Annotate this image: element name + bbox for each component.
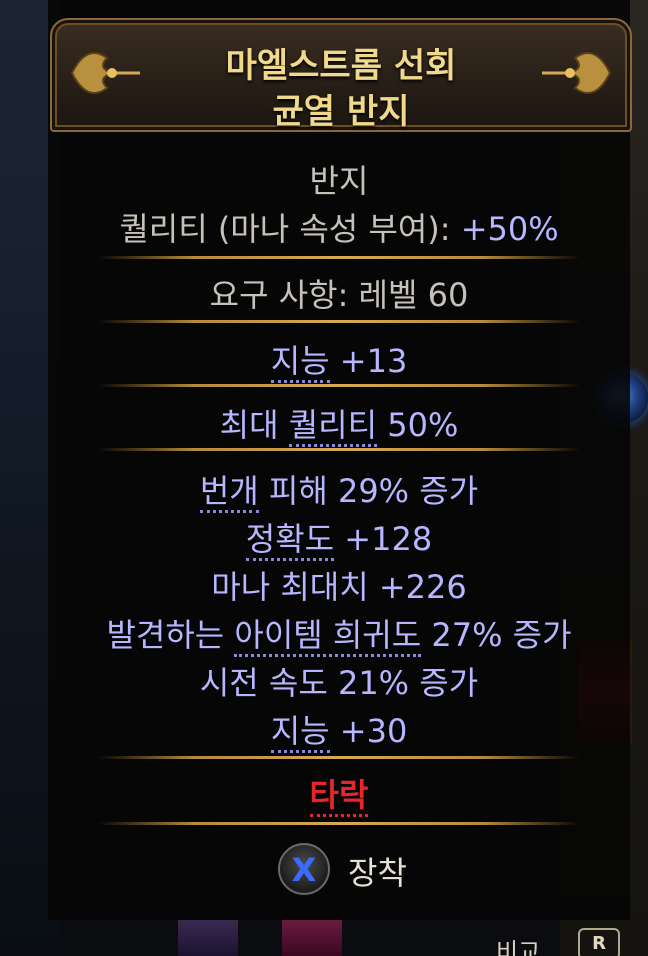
quality-label: 퀄리티 (마나 속성 부여): bbox=[119, 210, 461, 248]
equipment-slot-gloves[interactable] bbox=[178, 920, 238, 956]
quality-value: +50% bbox=[460, 210, 559, 248]
explicit-mod: 마나 최대치 +226 bbox=[211, 568, 467, 606]
explicit-mod: 번개 피해 29% 증가 bbox=[48, 466, 630, 513]
corrupted-tag: 타락 bbox=[48, 770, 630, 817]
equipment-slot-hand[interactable] bbox=[282, 920, 342, 956]
equip-label[interactable]: 장착 bbox=[348, 848, 407, 894]
keyword-item-rarity[interactable]: 아이템 희귀도 bbox=[234, 616, 422, 657]
max-quality-mod: 최대 퀄리티 50% bbox=[48, 400, 630, 447]
keyword-lightning[interactable]: 번개 bbox=[199, 472, 259, 513]
explicit-mod: 정확도 +128 bbox=[48, 514, 630, 561]
implicit-mod: 지능 +13 bbox=[48, 336, 630, 383]
keyword-intelligence[interactable]: 지능 bbox=[270, 342, 330, 383]
compare-label: 비교 bbox=[496, 938, 541, 956]
keyword-intelligence[interactable]: 지능 bbox=[270, 712, 330, 753]
item-type: 반지 bbox=[309, 162, 369, 200]
separator bbox=[98, 822, 580, 825]
keyword-accuracy[interactable]: 정확도 bbox=[245, 520, 335, 561]
item-requirement: 요구 사항: 레벨 60 bbox=[209, 276, 469, 314]
item-name-header: 마엘스트롬 선회 균열 반지 bbox=[50, 18, 632, 132]
item-base-name: 균열 반지 bbox=[272, 92, 410, 132]
item-quality: 퀄리티 (마나 속성 부여): +50% bbox=[48, 204, 630, 250]
separator bbox=[98, 256, 580, 259]
compare-key-icon[interactable]: R bbox=[578, 928, 620, 956]
explicit-mod: 시전 속도 21% 증가 bbox=[199, 664, 479, 702]
explicit-mod: 지능 +30 bbox=[48, 706, 630, 753]
separator bbox=[98, 448, 580, 451]
item-name-line1: 마엘스트롬 선회 bbox=[225, 46, 457, 86]
separator bbox=[98, 384, 580, 387]
keyword-corrupted[interactable]: 타락 bbox=[309, 776, 369, 817]
separator bbox=[98, 756, 580, 759]
item-tooltip: 마엘스트롬 선회 균열 반지 반지 퀄리티 (마나 속성 부여): +50% 요… bbox=[48, 0, 632, 920]
explicit-mod: 발견하는 아이템 희귀도 27% 증가 bbox=[48, 610, 630, 657]
equip-x-button-icon[interactable]: X bbox=[278, 843, 330, 895]
keyword-quality[interactable]: 퀄리티 bbox=[288, 406, 378, 447]
separator bbox=[98, 320, 580, 323]
